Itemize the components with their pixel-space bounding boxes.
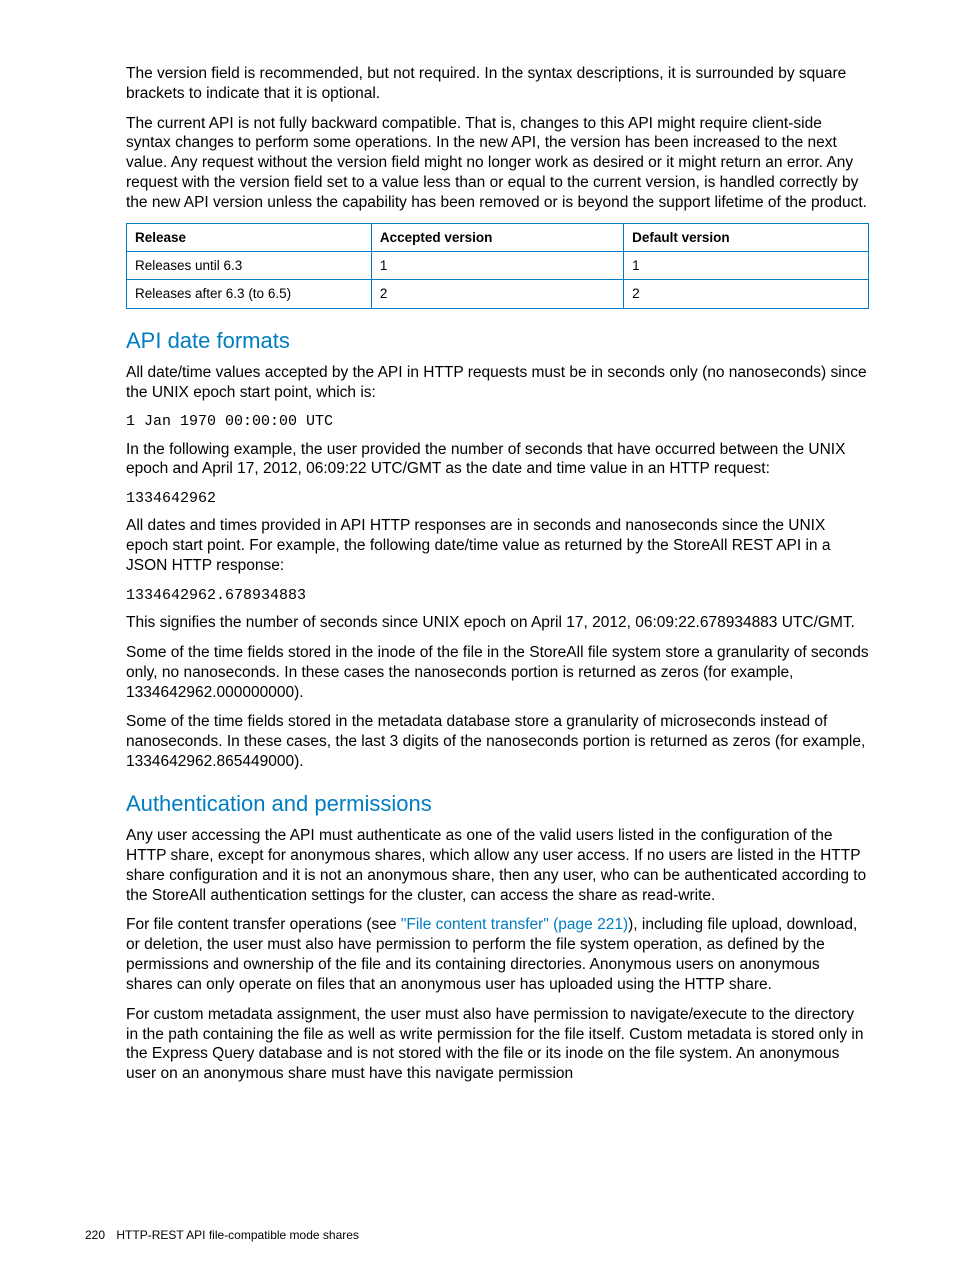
cell-accepted: 2 — [371, 280, 623, 308]
heading-authentication: Authentication and permissions — [126, 790, 869, 818]
body-paragraph: For custom metadata assignment, the user… — [126, 1005, 869, 1084]
table-row: Releases until 6.3 1 1 — [127, 252, 869, 280]
table-row: Releases after 6.3 (to 6.5) 2 2 — [127, 280, 869, 308]
page-number: 220 — [85, 1228, 105, 1242]
cell-release: Releases until 6.3 — [127, 252, 372, 280]
cell-default: 1 — [624, 252, 869, 280]
intro-paragraph-1: The version field is recommended, but no… — [126, 64, 869, 104]
page-footer: 220 HTTP-REST API file-compatible mode s… — [85, 1228, 359, 1243]
intro-paragraph-2: The current API is not fully backward co… — [126, 114, 869, 213]
table-header-row: Release Accepted version Default version — [127, 223, 869, 251]
col-default: Default version — [624, 223, 869, 251]
code-nanoseconds: 1334642962.678934883 — [126, 586, 869, 605]
footer-title: HTTP-REST API file-compatible mode share… — [116, 1228, 359, 1242]
col-accepted: Accepted version — [371, 223, 623, 251]
cell-default: 2 — [624, 280, 869, 308]
body-paragraph: Some of the time fields stored in the me… — [126, 712, 869, 771]
cell-release: Releases after 6.3 (to 6.5) — [127, 280, 372, 308]
body-paragraph: This signifies the number of seconds sin… — [126, 613, 869, 633]
body-paragraph: In the following example, the user provi… — [126, 440, 869, 480]
body-paragraph: All date/time values accepted by the API… — [126, 363, 869, 403]
text-before-link: For file content transfer operations (se… — [126, 916, 401, 933]
cell-accepted: 1 — [371, 252, 623, 280]
body-paragraph-with-link: For file content transfer operations (se… — [126, 915, 869, 994]
code-seconds: 1334642962 — [126, 489, 869, 508]
version-table: Release Accepted version Default version… — [126, 223, 869, 309]
body-paragraph: Some of the time fields stored in the in… — [126, 643, 869, 702]
code-epoch: 1 Jan 1970 00:00:00 UTC — [126, 412, 869, 431]
heading-api-date-formats: API date formats — [126, 327, 869, 355]
body-paragraph: All dates and times provided in API HTTP… — [126, 516, 869, 575]
file-content-transfer-link[interactable]: "File content transfer" (page 221) — [401, 916, 628, 933]
col-release: Release — [127, 223, 372, 251]
body-paragraph: Any user accessing the API must authenti… — [126, 826, 869, 905]
